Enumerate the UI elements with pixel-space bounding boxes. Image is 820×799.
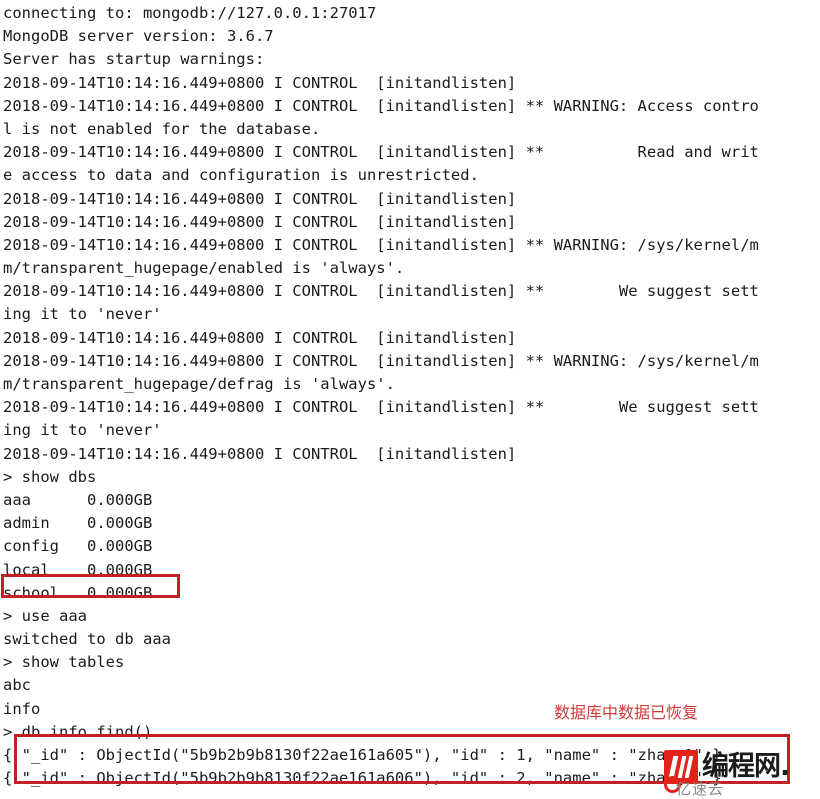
terminal-line: 2018-09-14T10:14:16.449+0800 I CONTROL […: [3, 96, 759, 115]
terminal-line: MongoDB server version: 3.6.7: [3, 27, 274, 46]
terminal-output[interactable]: connecting to: mongodb://127.0.0.1:27017…: [0, 0, 820, 790]
terminal-line: m/transparent_hugepage/enabled is 'alway…: [3, 259, 405, 278]
terminal-line: > db.info.find(): [3, 722, 153, 741]
terminal-line: 2018-09-14T10:14:16.449+0800 I CONTROL […: [3, 351, 759, 370]
terminal-line: aaa 0.000GB: [3, 490, 153, 509]
terminal-line: 2018-09-14T10:14:16.449+0800 I CONTROL […: [3, 444, 517, 463]
terminal-line: { "_id" : ObjectId("5b9b2b9b8130f22ae161…: [3, 769, 722, 788]
terminal-line: 2018-09-14T10:14:16.449+0800 I CONTROL […: [3, 189, 517, 208]
terminal-line: 2018-09-14T10:14:16.449+0800 I CONTROL […: [3, 143, 759, 162]
terminal-line: 2018-09-14T10:14:16.449+0800 I CONTROL […: [3, 212, 517, 231]
terminal-line: l is not enabled for the database.: [3, 119, 321, 138]
terminal-line: Server has startup warnings:: [3, 50, 265, 69]
terminal-line: 2018-09-14T10:14:16.449+0800 I CONTROL […: [3, 282, 759, 301]
terminal-line: e access to data and configuration is un…: [3, 166, 479, 185]
terminal-line: > use aaa: [3, 606, 87, 625]
terminal-line: > show dbs: [3, 467, 97, 486]
terminal-line: config 0.000GB: [3, 537, 153, 556]
terminal-line: 2018-09-14T10:14:16.449+0800 I CONTROL […: [3, 398, 759, 417]
terminal-line: 2018-09-14T10:14:16.449+0800 I CONTROL […: [3, 73, 517, 92]
terminal-line: switched to db aaa: [3, 630, 171, 649]
terminal-line: ing it to 'never': [3, 305, 162, 324]
terminal-line: abc: [3, 676, 31, 695]
terminal-line: connecting to: mongodb://127.0.0.1:27017: [3, 4, 377, 22]
terminal-line: ing it to 'never': [3, 421, 162, 440]
terminal-line: admin 0.000GB: [3, 514, 153, 533]
terminal-line: { "_id" : ObjectId("5b9b2b9b8130f22ae161…: [3, 746, 722, 764]
terminal-line: 2018-09-14T10:14:16.449+0800 I CONTROL […: [3, 328, 517, 347]
terminal-line: 2018-09-14T10:14:16.449+0800 I CONTROL […: [3, 235, 759, 254]
annotation-note-data-restored: 数据库中数据已恢复: [554, 703, 699, 722]
terminal-line: local 0.000GB: [3, 560, 153, 579]
terminal-line: > show tables: [3, 653, 125, 672]
terminal-line: m/transparent_hugepage/defrag is 'always…: [3, 375, 395, 393]
terminal-window: connecting to: mongodb://127.0.0.1:27017…: [0, 0, 820, 798]
terminal-line: school 0.000GB: [3, 583, 153, 602]
